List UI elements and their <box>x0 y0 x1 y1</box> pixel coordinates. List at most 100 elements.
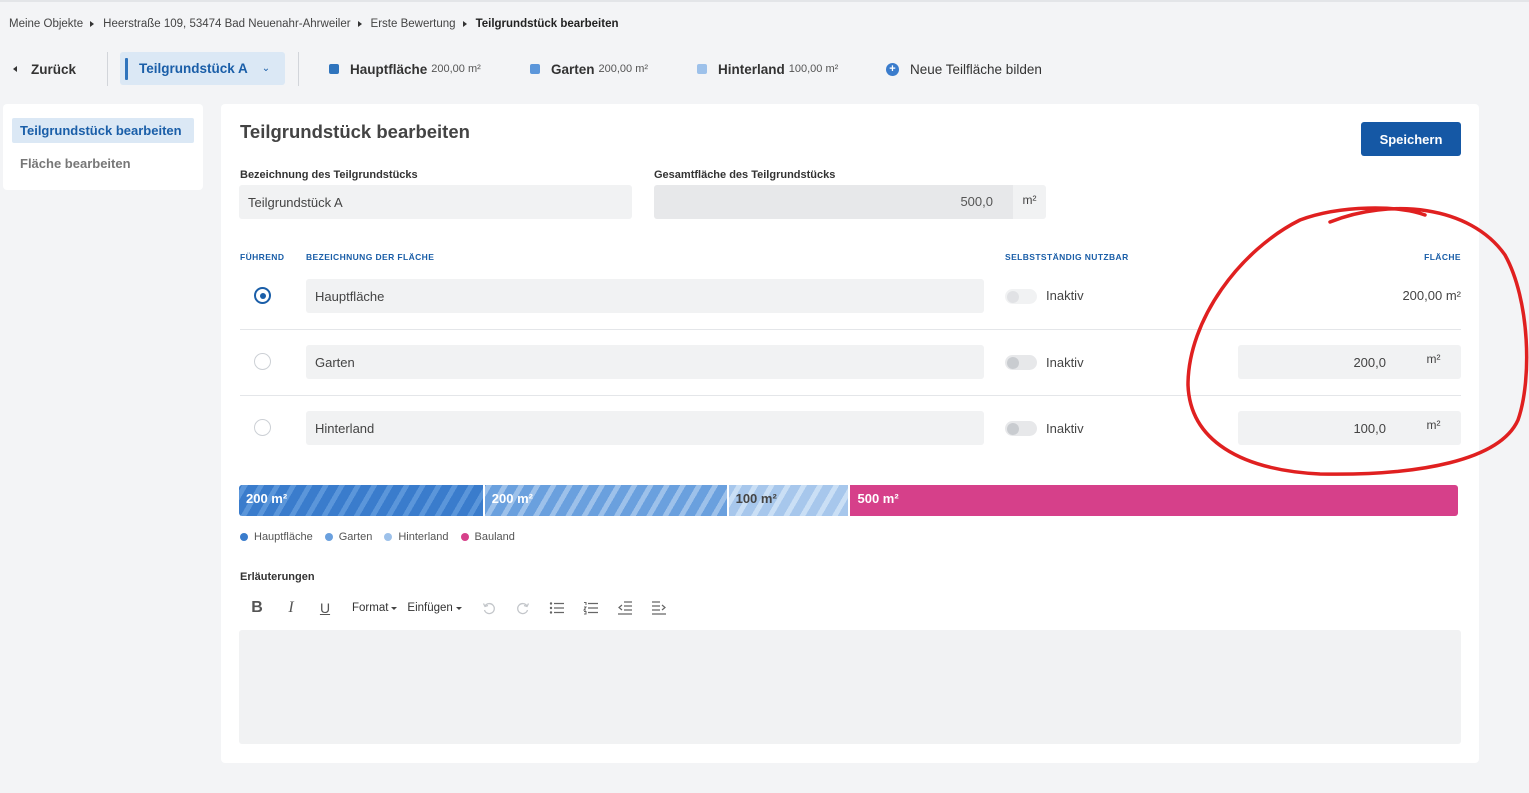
bar-segment-hinterland: 100 m² <box>726 485 849 516</box>
toggle-knob <box>1007 422 1019 435</box>
leading-radio-hinterland[interactable] <box>254 419 271 436</box>
bar-segment-garten: 200 m² <box>482 485 727 516</box>
plus-circle-icon: + <box>886 62 899 76</box>
row-divider <box>240 329 1461 330</box>
area-name-input-garten[interactable] <box>306 345 984 379</box>
tab-name: Garten <box>551 61 595 77</box>
legend-label: Hauptfläche <box>254 531 313 543</box>
indent-icon[interactable] <box>642 597 676 619</box>
leading-radio-garten[interactable] <box>254 353 271 370</box>
area-distribution-bar: 200 m² 200 m² 100 m² 500 m² <box>239 485 1458 516</box>
row-divider <box>240 395 1461 396</box>
breadcrumb-separator-icon <box>90 21 95 27</box>
area-name-input-hinterland[interactable] <box>306 411 984 445</box>
tab-hauptflaeche[interactable]: Hauptfläche 200,00 m² <box>329 52 481 86</box>
leading-radio-hauptflaeche[interactable] <box>254 287 271 304</box>
bar-legend: Hauptfläche Garten Hinterland Bauland <box>240 531 527 543</box>
redo-icon[interactable] <box>506 597 540 619</box>
column-header-leading: FÜHREND <box>240 252 285 262</box>
italic-button[interactable]: I <box>274 597 308 619</box>
tab-hinterland[interactable]: Hinterland 100,00 m² <box>697 52 838 86</box>
chevron-down-icon: ⌄ <box>261 63 271 74</box>
tab-size: 200,00 m² <box>431 63 481 75</box>
insert-dropdown[interactable]: Einfügen <box>407 597 462 619</box>
undo-icon[interactable] <box>472 597 506 619</box>
page-title: Teilgrundstück bearbeiten <box>240 121 470 142</box>
usable-status: Inaktiv <box>1046 421 1084 436</box>
format-label: Format <box>352 602 389 614</box>
usable-toggle-hauptflaeche[interactable] <box>1005 289 1037 304</box>
legend-item: Bauland <box>460 531 515 543</box>
caret-down-icon <box>455 606 462 610</box>
subplot-name-label: Bezeichnung des Teilgrundstücks <box>240 169 418 181</box>
legend-item: Hinterland <box>384 531 449 543</box>
legend-item: Garten <box>324 531 372 543</box>
legend-dot-icon <box>460 533 469 541</box>
breadcrumb-item-valuation[interactable]: Erste Bewertung <box>371 18 456 30</box>
numbered-list-icon[interactable] <box>574 597 608 619</box>
column-header-usable: SELBSTSTÄNDIG NUTZBAR <box>1005 252 1129 262</box>
bullet-list-icon[interactable] <box>540 597 574 619</box>
toggle-knob <box>1007 356 1019 369</box>
legend-label: Bauland <box>474 531 515 543</box>
breadcrumb-separator-icon <box>357 21 362 27</box>
back-label: Zurück <box>31 61 77 77</box>
format-dropdown[interactable]: Format <box>352 597 398 619</box>
column-header-name: BEZEICHNUNG DER FLÄCHE <box>306 252 435 262</box>
bar-segment-hauptflaeche: 200 m² <box>239 485 483 516</box>
breadcrumb-separator-icon <box>462 21 467 27</box>
legend-item: Hauptfläche <box>240 531 313 543</box>
outdent-icon[interactable] <box>608 597 642 619</box>
usable-status: Inaktiv <box>1046 288 1084 303</box>
area-name-input-hauptflaeche[interactable] <box>306 279 984 313</box>
total-area-value: 500,0 <box>654 185 1013 219</box>
new-area-button[interactable]: + Neue Teilfläche bilden <box>886 52 1042 86</box>
tab-name: Hinterland <box>718 61 785 77</box>
area-value-hauptflaeche: 200,00 m² <box>1402 288 1461 303</box>
legend-label: Hinterland <box>398 531 449 543</box>
caret-down-icon <box>391 606 398 610</box>
area-input-hinterland[interactable] <box>1238 411 1406 445</box>
subplot-selector[interactable]: Teilgrundstück A ⌄ <box>120 52 285 85</box>
sidebar-item-edit-subplot[interactable]: Teilgrundstück bearbeiten <box>12 118 194 143</box>
legend-dot-icon <box>240 533 248 541</box>
area-input-garten[interactable] <box>1238 345 1406 379</box>
area-unit: m² <box>1406 345 1461 379</box>
legend-dot-icon <box>324 533 333 541</box>
tab-size: 200,00 m² <box>598 63 649 75</box>
area-unit: m² <box>1406 411 1461 445</box>
breadcrumb: Meine Objekte Heerstraße 109, 53474 Bad … <box>9 18 619 30</box>
garten-color-icon <box>530 64 540 74</box>
legend-dot-icon <box>384 533 393 541</box>
sidebar: Teilgrundstück bearbeiten Fläche bearbei… <box>3 104 203 190</box>
underline-button[interactable]: U <box>308 597 342 619</box>
back-button[interactable]: Zurück <box>13 52 76 86</box>
total-area-label: Gesamtfläche des Teilgrundstücks <box>654 169 836 181</box>
tab-garten[interactable]: Garten 200,00 m² <box>530 52 648 86</box>
divider <box>298 52 299 86</box>
edit-card: Teilgrundstück bearbeiten Speichern Beze… <box>221 104 1479 763</box>
total-area-unit: m² <box>1013 185 1046 219</box>
sidebar-item-edit-area[interactable]: Fläche bearbeiten <box>12 151 194 176</box>
usable-toggle-hinterland[interactable] <box>1005 421 1037 436</box>
usable-toggle-garten[interactable] <box>1005 355 1037 370</box>
editor-toolbar: B I U Format Einfügen <box>240 597 676 619</box>
new-area-label: Neue Teilfläche bilden <box>910 61 1042 77</box>
insert-label: Einfügen <box>407 602 453 614</box>
breadcrumb-item-address[interactable]: Heerstraße 109, 53474 Bad Neuenahr-Ahrwe… <box>103 18 350 30</box>
column-header-area: FLÄCHE <box>1424 252 1461 262</box>
notes-editor[interactable] <box>239 630 1461 744</box>
tab-size: 100,00 m² <box>788 63 839 75</box>
tab-name: Hauptfläche <box>350 61 428 77</box>
subplot-name-input[interactable] <box>239 185 632 219</box>
save-button[interactable]: Speichern <box>1361 122 1461 156</box>
bold-button[interactable]: B <box>240 597 274 619</box>
notes-label: Erläuterungen <box>240 571 315 583</box>
breadcrumb-item-objects[interactable]: Meine Objekte <box>9 18 83 30</box>
bar-segment-bauland: 500 m² <box>848 485 1458 516</box>
top-divider <box>0 0 1529 2</box>
back-arrow-icon <box>13 66 17 72</box>
area-tabbar: Zurück Teilgrundstück A ⌄ Hauptfläche 20… <box>0 52 1529 86</box>
selector-color-bar <box>125 57 128 80</box>
breadcrumb-current: Teilgrundstück bearbeiten <box>475 18 619 30</box>
